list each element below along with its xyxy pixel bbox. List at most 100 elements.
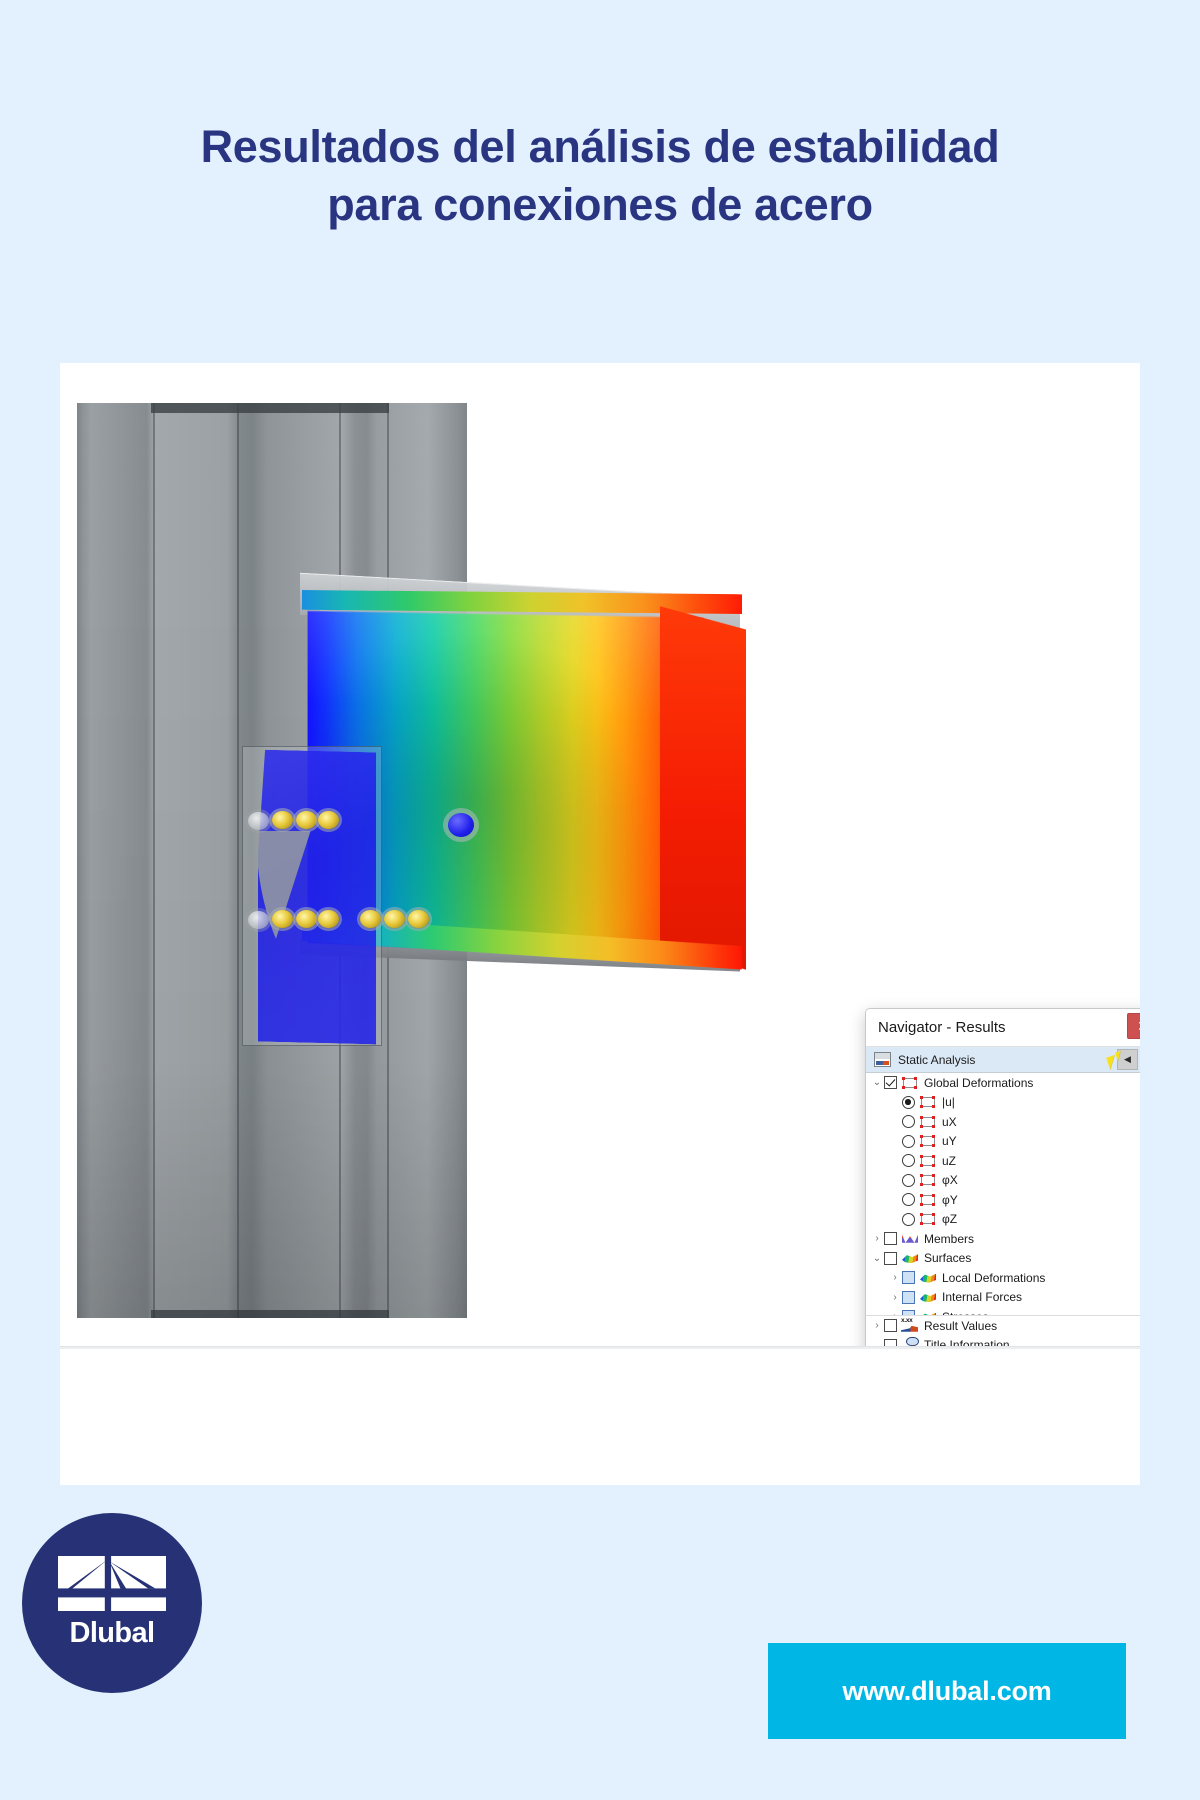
surface-frame-icon bbox=[919, 1095, 937, 1109]
website-button[interactable]: www.dlubal.com bbox=[768, 1643, 1126, 1739]
chevron-right-icon[interactable]: › bbox=[870, 1233, 884, 1244]
navigator-tree-bottom[interactable]: ›Result ValuesTitle InformationMax/Min I… bbox=[866, 1316, 1140, 1346]
surfaces-rainbow-icon bbox=[919, 1271, 937, 1285]
static-analysis-selector[interactable]: Static Analysis ◀ ▶ bbox=[866, 1047, 1140, 1073]
tree-item-result-values[interactable]: › Result Values bbox=[866, 1316, 1140, 1336]
tree-item-label: uZ bbox=[942, 1153, 957, 1168]
tree-item-local-deformations[interactable]: › Local Deformations bbox=[866, 1268, 1140, 1288]
tree-item-label: φX bbox=[942, 1173, 958, 1188]
navigator-tree-top[interactable]: ⌄ Global Deformations |u| uX uY uZ φX φY φZ › Memb… bbox=[866, 1073, 1140, 1316]
tree-item-x[interactable]: φX bbox=[866, 1171, 1140, 1191]
chevron-right-icon[interactable]: › bbox=[870, 1320, 884, 1331]
radio-uX[interactable] bbox=[902, 1115, 915, 1129]
bolt bbox=[248, 911, 269, 929]
surface-frame-icon bbox=[919, 1154, 937, 1168]
deformed-end-plate-result bbox=[660, 606, 746, 970]
tree-item-label: Members bbox=[924, 1231, 975, 1246]
surface-frame-icon bbox=[919, 1115, 937, 1129]
page-title-line-2: para conexiones de acero bbox=[327, 178, 873, 230]
radio-uY[interactable] bbox=[902, 1134, 915, 1148]
tree-item-label: uX bbox=[942, 1114, 957, 1129]
page-title: Resultados del análisis de estabilidad p… bbox=[0, 118, 1200, 233]
column-top-cap bbox=[151, 403, 389, 413]
close-icon[interactable]: ✕ bbox=[1127, 1013, 1140, 1039]
tree-item-ux[interactable]: uX bbox=[866, 1112, 1140, 1132]
surface-frame-icon bbox=[901, 1076, 919, 1090]
tree-item-label: Title Information bbox=[924, 1338, 1010, 1346]
chevron-down-icon[interactable]: ⌄ bbox=[870, 1077, 884, 1088]
bolt bbox=[408, 910, 429, 928]
tree-item-label: Surfaces bbox=[924, 1251, 972, 1266]
tree-item-uz[interactable]: uZ bbox=[866, 1151, 1140, 1171]
radio-φX[interactable] bbox=[902, 1173, 915, 1187]
surface-frame-icon bbox=[919, 1212, 937, 1226]
tree-item-label: |u| bbox=[942, 1095, 955, 1110]
tree-item-label: Global Deformations bbox=[924, 1075, 1034, 1090]
tree-item-internal-forces[interactable]: › Internal Forces bbox=[866, 1288, 1140, 1308]
checkbox-Result Values[interactable] bbox=[884, 1319, 897, 1333]
surface-frame-icon bbox=[919, 1193, 937, 1207]
dlubal-logo-text: Dlubal bbox=[69, 1617, 155, 1650]
chevron-down-icon[interactable]: ⌄ bbox=[870, 1253, 884, 1264]
tree-item-surfaces[interactable]: ⌄ Surfaces bbox=[866, 1249, 1140, 1269]
mouse-pointer-icon bbox=[1106, 1054, 1119, 1071]
bolt bbox=[272, 811, 293, 829]
radio-|u|[interactable] bbox=[902, 1095, 915, 1109]
navigator-title-bar: Navigator - Results ✕ bbox=[866, 1009, 1140, 1047]
screenshot-card: Navigator - Results ✕ Static Analysis ◀ … bbox=[60, 363, 1140, 1485]
tree-item-title-information[interactable]: Title Information bbox=[866, 1336, 1140, 1346]
fea-viewport[interactable]: Navigator - Results ✕ Static Analysis ◀ … bbox=[60, 363, 1140, 1346]
page-title-line-1: Resultados del análisis de estabilidad bbox=[200, 121, 1000, 172]
card-divider bbox=[60, 1346, 1140, 1349]
column-bottom-cap bbox=[151, 1310, 389, 1318]
chevron-right-icon[interactable]: › bbox=[888, 1292, 902, 1303]
bolt bbox=[360, 910, 381, 928]
bolt bbox=[296, 910, 317, 928]
tree-item-label: Local Deformations bbox=[942, 1270, 1046, 1285]
surface-frame-icon bbox=[919, 1173, 937, 1187]
checkbox-Global Deformations[interactable] bbox=[884, 1076, 897, 1090]
tree-item-stresses[interactable]: ›Stresses bbox=[866, 1307, 1140, 1315]
surface-frame-icon bbox=[919, 1134, 937, 1148]
radio-uZ[interactable] bbox=[902, 1154, 915, 1168]
radio-φY[interactable] bbox=[902, 1193, 915, 1207]
bolt bbox=[272, 910, 293, 928]
navigator-title: Navigator - Results bbox=[878, 1019, 1006, 1036]
result-values-icon bbox=[901, 1317, 919, 1333]
tree-item-members[interactable]: › Members bbox=[866, 1229, 1140, 1249]
eye-curve-icon bbox=[901, 1337, 919, 1346]
tree-item-label: Result Values bbox=[924, 1318, 998, 1333]
checkbox-Title Information[interactable] bbox=[884, 1338, 897, 1346]
tree-item-y[interactable]: φY bbox=[866, 1190, 1140, 1210]
dlubal-bridge-logo-icon bbox=[58, 1555, 166, 1612]
bolt bbox=[384, 910, 405, 928]
website-button-label: www.dlubal.com bbox=[842, 1675, 1052, 1706]
static-analysis-label: Static Analysis bbox=[898, 1052, 976, 1067]
bolt bbox=[448, 813, 474, 837]
navigator-results-window[interactable]: Navigator - Results ✕ Static Analysis ◀ … bbox=[865, 1008, 1140, 1346]
radio-φZ[interactable] bbox=[902, 1212, 915, 1226]
static-analysis-icon bbox=[874, 1052, 891, 1067]
tree-item-z[interactable]: φZ bbox=[866, 1210, 1140, 1230]
checkbox-Surfaces[interactable] bbox=[884, 1251, 897, 1265]
surfaces-rainbow-icon bbox=[919, 1290, 937, 1304]
tree-item-label: φY bbox=[942, 1192, 958, 1207]
tree-item-uy[interactable]: uY bbox=[866, 1132, 1140, 1152]
dlubal-logo: Dlubal bbox=[22, 1513, 202, 1693]
bolt bbox=[248, 812, 269, 830]
tree-item-label: φZ bbox=[942, 1212, 958, 1227]
surfaces-rainbow-icon bbox=[901, 1251, 919, 1265]
bolt bbox=[318, 910, 339, 928]
checkbox-Local Deformations[interactable] bbox=[902, 1271, 915, 1285]
members-curve-icon bbox=[901, 1232, 919, 1246]
bolt bbox=[296, 811, 317, 829]
tree-item-global-deformations[interactable]: ⌄ Global Deformations bbox=[866, 1073, 1140, 1093]
bolt bbox=[318, 811, 339, 829]
tree-item-label: Internal Forces bbox=[942, 1290, 1023, 1305]
tree-item-u[interactable]: |u| bbox=[866, 1093, 1140, 1113]
checkbox-Members[interactable] bbox=[884, 1232, 897, 1246]
poster-page: Resultados del análisis de estabilidad p… bbox=[0, 0, 1200, 1800]
chevron-right-icon[interactable]: › bbox=[888, 1272, 902, 1283]
tree-item-label: uY bbox=[942, 1134, 957, 1149]
checkbox-Internal Forces[interactable] bbox=[902, 1290, 915, 1304]
